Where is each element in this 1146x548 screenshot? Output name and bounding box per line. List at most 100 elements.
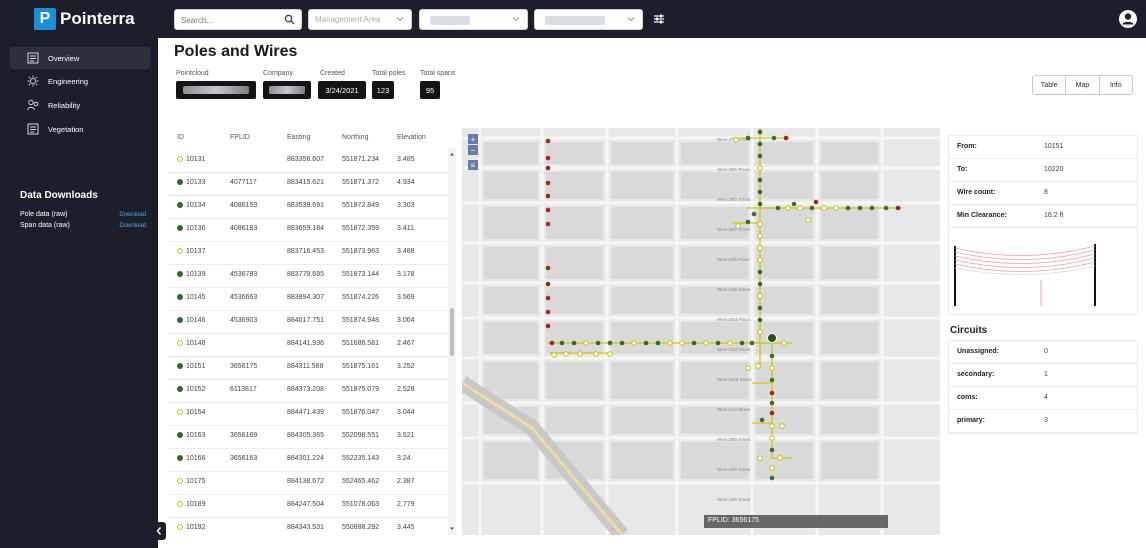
sidebar-item-reliability[interactable]: Reliability — [10, 94, 150, 116]
pole-marker-green[interactable] — [771, 135, 777, 141]
sidebar-item-overview[interactable]: Overview — [10, 47, 150, 69]
pole-marker-red[interactable] — [769, 410, 775, 416]
layers-button[interactable]: ≡ — [468, 160, 478, 170]
pole-marker-hollow[interactable] — [821, 205, 827, 211]
pole-marker-hollow[interactable] — [631, 340, 637, 346]
table-row[interactable]: 10175 884138.672 552465.462 2.387 — [168, 472, 450, 495]
table-view-button[interactable]: Table — [1033, 76, 1067, 94]
pole-marker-green[interactable] — [757, 153, 763, 159]
pole-marker-hollow[interactable] — [777, 455, 783, 461]
table-row[interactable]: 10146 4536903 884017.751 551874.948 3.004 — [168, 311, 450, 334]
pole-marker-hollow[interactable] — [583, 340, 589, 346]
table-row[interactable]: 10163 3656169 884305.365 552098.551 3.521 — [168, 426, 450, 449]
pole-marker-green[interactable] — [769, 353, 775, 359]
pole-marker-hollow[interactable] — [703, 340, 709, 346]
pole-marker-red[interactable] — [783, 135, 789, 141]
pole-marker-red[interactable] — [545, 281, 551, 287]
pole-marker-red[interactable] — [545, 323, 551, 329]
pole-marker-green[interactable] — [757, 201, 763, 207]
pole-marker-green[interactable] — [595, 340, 601, 346]
pole-marker-green[interactable] — [757, 317, 763, 323]
pole-marker-hollow[interactable] — [769, 435, 775, 441]
pole-marker-red[interactable] — [545, 265, 551, 271]
pole-marker-green[interactable] — [745, 135, 751, 141]
pole-marker-green[interactable] — [757, 129, 763, 135]
pole-marker-hollow[interactable] — [755, 363, 761, 369]
pole-marker-red[interactable] — [545, 180, 551, 186]
table-row[interactable]: 10192 884343.531 550888.292 3.445 — [168, 518, 450, 535]
map-view-button[interactable]: Map — [1066, 76, 1100, 94]
pole-marker-hollow[interactable] — [757, 257, 763, 263]
pole-marker-hollow[interactable] — [757, 245, 763, 251]
pole-marker-green[interactable] — [809, 205, 815, 211]
zoom-out-button[interactable]: − — [468, 145, 478, 155]
search-icon[interactable] — [284, 14, 295, 25]
table-scrollbar[interactable] — [448, 148, 456, 535]
pole-marker-green[interactable] — [745, 219, 751, 225]
pole-marker-hollow[interactable] — [769, 365, 775, 371]
brand[interactable]: P Pointerra — [34, 8, 135, 30]
pole-marker-green[interactable] — [769, 447, 775, 453]
pole-marker-red[interactable] — [545, 165, 551, 171]
table-row[interactable]: 10136 4086183 883659.184 551872.359 3.411 — [168, 219, 450, 242]
pole-marker-hollow[interactable] — [785, 205, 791, 211]
table-row[interactable]: 10152 6113817 884373.208 551875.079 2.526 — [168, 380, 450, 403]
pole-marker-green[interactable] — [757, 189, 763, 195]
pole-marker-red[interactable] — [545, 155, 551, 161]
table-row[interactable]: 10189 884247.504 551078.063 2.779 — [168, 495, 450, 518]
pole-marker-red[interactable] — [769, 390, 775, 396]
pole-marker-green[interactable] — [869, 205, 875, 211]
table-row[interactable]: 10137 883716.453 551873.963 3.488 — [168, 242, 450, 265]
pole-marker-hollow[interactable] — [805, 217, 811, 223]
search-box[interactable] — [174, 9, 302, 30]
column-header-easting[interactable]: Easting — [287, 134, 310, 141]
pole-marker-hollow[interactable] — [757, 293, 763, 299]
table-row[interactable]: 10139 4536783 883779.685 551873.144 3.178 — [168, 265, 450, 288]
pole-marker-hollow[interactable] — [769, 465, 775, 471]
pole-marker-red[interactable] — [545, 295, 551, 301]
pole-marker-green[interactable] — [791, 201, 797, 207]
pole-marker-hollow[interactable] — [833, 205, 839, 211]
pole-marker-green[interactable] — [757, 269, 763, 275]
pole-marker-hollow[interactable] — [757, 233, 763, 239]
pole-marker-green[interactable] — [757, 177, 763, 183]
pole-marker-green[interactable] — [691, 340, 697, 346]
collapse-sidebar-button[interactable] — [152, 522, 166, 540]
pole-marker-red[interactable] — [545, 193, 551, 199]
pole-marker-hollow[interactable] — [607, 351, 613, 357]
pole-marker-hollow[interactable] — [757, 165, 763, 171]
pole-marker-hollow[interactable] — [727, 340, 733, 346]
sidebar-item-vegetation[interactable]: Vegetation — [10, 118, 150, 140]
table-row[interactable]: 10131 883356.607 551871.234 3.485 — [168, 150, 450, 173]
pole-marker-hollow[interactable] — [781, 340, 787, 346]
column-header-id[interactable]: ID — [177, 134, 184, 141]
pole-marker-red[interactable] — [545, 309, 551, 315]
pole-marker-green[interactable] — [857, 205, 863, 211]
pole-marker-red[interactable] — [545, 207, 551, 213]
pole-marker-hollow[interactable] — [733, 137, 739, 143]
pole-marker-red[interactable] — [813, 199, 819, 205]
scroll-thumb[interactable] — [450, 308, 454, 356]
pole-marker-hollow[interactable] — [769, 423, 775, 429]
pole-marker-green[interactable] — [643, 340, 649, 346]
download-span-link[interactable]: Download — [119, 223, 146, 229]
map-canvas[interactable]: West 27th StreetWest 26th PlaceWest 26th… — [462, 128, 940, 535]
download-pole-link[interactable]: Download — [119, 212, 146, 218]
pole-marker-green[interactable] — [571, 340, 577, 346]
pole-marker-selected[interactable] — [767, 333, 777, 343]
pole-marker-green[interactable] — [769, 377, 775, 383]
dataset-select[interactable] — [534, 9, 643, 30]
pole-marker-green[interactable] — [739, 340, 745, 346]
scroll-up-icon[interactable] — [448, 150, 456, 158]
table-row[interactable]: 10166 3656163 884301.224 552235.143 3.24 — [168, 449, 450, 472]
pole-marker-green[interactable] — [607, 340, 613, 346]
pole-marker-green[interactable] — [655, 340, 661, 346]
management-area-select[interactable]: Management Area — [308, 9, 412, 30]
pole-marker-green[interactable] — [715, 340, 721, 346]
poles-map[interactable]: West 27th Street West 26th Place West 26th… — [462, 128, 940, 535]
pole-marker-green[interactable] — [775, 205, 781, 211]
pole-marker-green[interactable] — [759, 417, 765, 423]
pole-marker-red[interactable] — [895, 205, 901, 211]
table-row[interactable]: 10151 3656175 884311.588 551875.161 3.252 — [168, 357, 450, 380]
pole-marker-hollow[interactable] — [551, 352, 557, 358]
